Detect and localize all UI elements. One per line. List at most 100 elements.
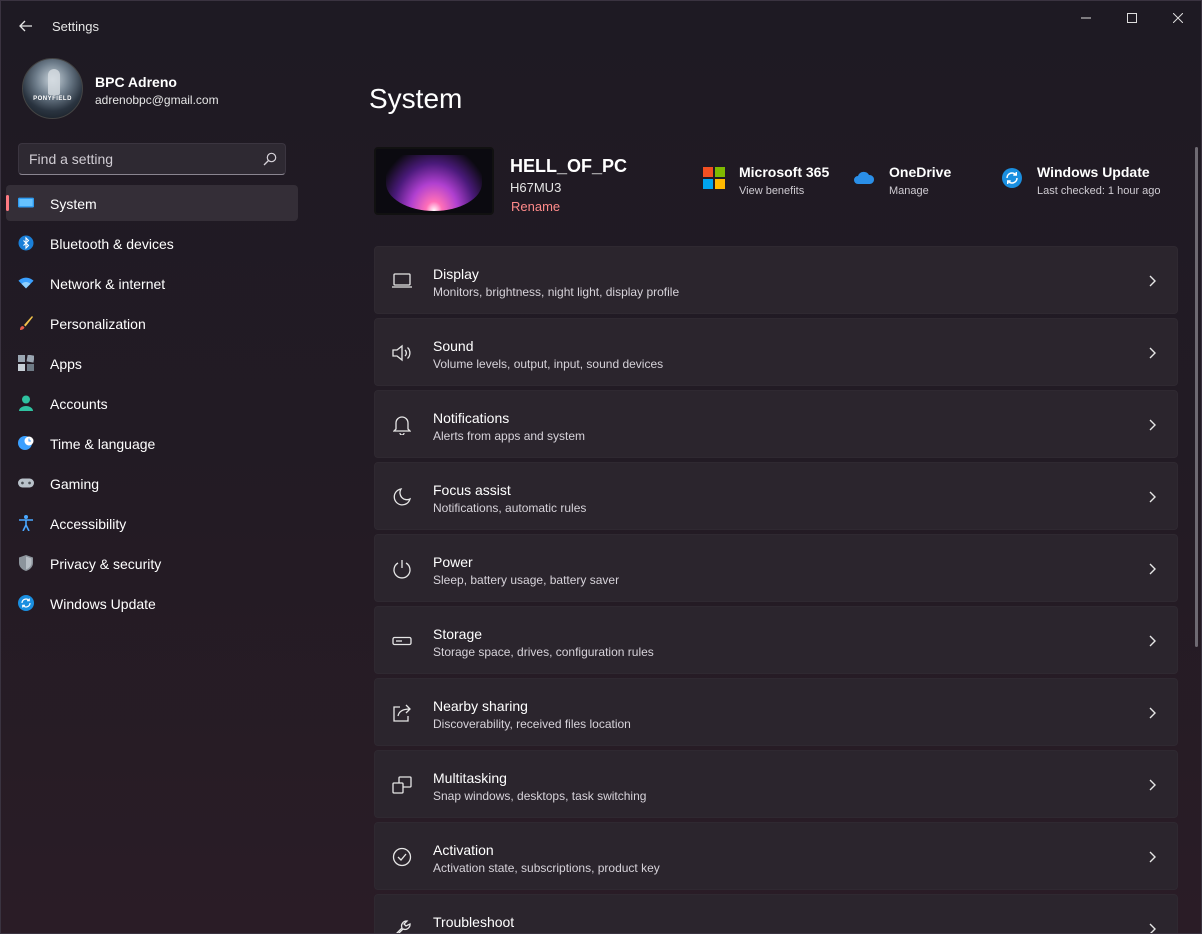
- maximize-icon: [1127, 13, 1137, 23]
- chevron-right-icon: [1149, 851, 1156, 863]
- bluetooth-icon: [18, 235, 34, 251]
- setting-card-title: Focus assist: [433, 482, 511, 498]
- setting-card-nearby-sharing[interactable]: Nearby sharing Discoverability, received…: [374, 678, 1178, 746]
- sidebar-item-label: Bluetooth & devices: [50, 236, 174, 252]
- device-name: HELL_OF_PC: [510, 156, 628, 176]
- sidebar-item-apps[interactable]: Apps: [6, 345, 298, 381]
- brush-icon: [18, 315, 34, 331]
- setting-card-subtitle: Storage space, drives, configuration rul…: [433, 645, 654, 659]
- sidebar-item-label: Privacy & security: [50, 556, 162, 572]
- setting-card-title: Troubleshoot: [433, 914, 515, 930]
- sidebar-item-privacy[interactable]: Privacy & security: [6, 545, 298, 581]
- sidebar-item-network[interactable]: Network & internet: [6, 265, 298, 301]
- setting-card-power[interactable]: Power Sleep, battery usage, battery save…: [374, 534, 1178, 602]
- setting-card-title: Nearby sharing: [433, 698, 528, 714]
- setting-card-storage[interactable]: Storage Storage space, drives, configura…: [374, 606, 1178, 674]
- setting-card-troubleshoot[interactable]: Troubleshoot: [374, 894, 1178, 933]
- setting-card-subtitle: Snap windows, desktops, task switching: [433, 789, 647, 803]
- update-icon: [18, 595, 34, 611]
- setting-card-activation[interactable]: Activation Activation state, subscriptio…: [374, 822, 1178, 890]
- wallpaper-glow: [386, 155, 482, 211]
- close-icon: [1173, 13, 1183, 23]
- display-icon: [392, 271, 412, 291]
- sidebar-item-label: Time & language: [50, 436, 156, 452]
- avatar[interactable]: PONYFIELD: [22, 58, 83, 119]
- power-icon: [392, 559, 412, 579]
- setting-card-subtitle: Monitors, brightness, night light, displ…: [433, 285, 680, 299]
- search-box: [18, 143, 286, 175]
- setting-card-title: Activation: [433, 842, 494, 858]
- avatar-figure: [48, 69, 60, 95]
- sidebar-item-windows-update[interactable]: Windows Update: [6, 585, 298, 621]
- sidebar-item-time-language[interactable]: Time & language: [6, 425, 298, 461]
- sidebar-item-label: System: [50, 196, 97, 212]
- scrollbar[interactable]: [1195, 147, 1198, 647]
- user-email: adrenobpc@gmail.com: [95, 93, 219, 107]
- person-icon: [18, 395, 34, 411]
- setting-card-subtitle: Activation state, subscriptions, product…: [433, 861, 660, 875]
- settings-list: Display Monitors, brightness, night ligh…: [374, 246, 1178, 933]
- setting-card-subtitle: Volume levels, output, input, sound devi…: [433, 357, 664, 371]
- quick-link-title: OneDrive: [889, 164, 952, 180]
- accessibility-icon: [18, 515, 34, 531]
- setting-card-title: Storage: [433, 626, 483, 642]
- setting-card-title: Display: [433, 266, 479, 282]
- close-button[interactable]: [1155, 1, 1201, 35]
- sidebar-item-system[interactable]: System: [6, 185, 298, 221]
- sidebar-item-accessibility[interactable]: Accessibility: [6, 505, 298, 541]
- setting-card-subtitle: Sleep, battery usage, battery saver: [433, 573, 620, 587]
- rename-link[interactable]: Rename: [511, 199, 560, 214]
- quick-link-title: Microsoft 365: [739, 164, 830, 180]
- share-icon: [392, 703, 412, 723]
- back-arrow-icon: [19, 20, 32, 32]
- chevron-right-icon: [1149, 275, 1156, 287]
- moon-icon: [392, 487, 412, 507]
- minimize-icon: [1081, 17, 1091, 19]
- device-model: H67MU3: [510, 180, 562, 195]
- chevron-right-icon: [1149, 419, 1156, 431]
- check-circle-icon: [392, 847, 412, 867]
- setting-card-title: Notifications: [433, 410, 510, 426]
- avatar-text: PONYFIELD: [33, 96, 72, 102]
- page-title: System: [369, 83, 463, 114]
- sidebar-item-bluetooth[interactable]: Bluetooth & devices: [6, 225, 298, 261]
- quick-link-subtitle: Last checked: 1 hour ago: [1037, 185, 1161, 197]
- setting-card-focus-assist[interactable]: Focus assist Notifications, automatic ru…: [374, 462, 1178, 530]
- setting-card-subtitle: Discoverability, received files location: [433, 717, 631, 731]
- storage-icon: [392, 631, 412, 651]
- maximize-button[interactable]: [1109, 1, 1155, 35]
- microsoft-logo-icon: [703, 167, 725, 189]
- sidebar-item-label: Network & internet: [50, 276, 166, 292]
- sidebar-item-label: Gaming: [50, 476, 100, 492]
- setting-card-subtitle: Notifications, automatic rules: [433, 501, 587, 515]
- sidebar-item-accounts[interactable]: Accounts: [6, 385, 298, 421]
- setting-card-multitasking[interactable]: Multitasking Snap windows, desktops, tas…: [374, 750, 1178, 818]
- sidebar-item-label: Apps: [50, 356, 82, 372]
- quick-link-subtitle: Manage: [889, 185, 929, 197]
- sidebar-item-personalization[interactable]: Personalization: [6, 305, 298, 341]
- minimize-button[interactable]: [1063, 1, 1109, 35]
- wifi-icon: [18, 275, 34, 291]
- chevron-right-icon: [1149, 923, 1156, 933]
- setting-card-title: Multitasking: [433, 770, 507, 786]
- setting-card-title: Power: [433, 554, 473, 570]
- chevron-right-icon: [1149, 635, 1156, 647]
- speaker-icon: [392, 343, 412, 363]
- shield-icon: [18, 555, 34, 571]
- quick-link-subtitle: View benefits: [739, 185, 805, 197]
- user-name: BPC Adreno: [95, 74, 177, 90]
- back-button[interactable]: [13, 13, 39, 39]
- search-input[interactable]: [29, 144, 259, 174]
- search-icon[interactable]: [263, 152, 277, 166]
- setting-card-title: Sound: [433, 338, 474, 354]
- sidebar-item-gaming[interactable]: Gaming: [6, 465, 298, 501]
- sidebar-nav: System Bluetooth & devices Network & int…: [6, 185, 298, 625]
- setting-card-notifications[interactable]: Notifications Alerts from apps and syste…: [374, 390, 1178, 458]
- quick-link-title: Windows Update: [1037, 164, 1150, 180]
- setting-card-sound[interactable]: Sound Volume levels, output, input, soun…: [374, 318, 1178, 386]
- sidebar-item-label: Accessibility: [50, 516, 127, 532]
- chevron-right-icon: [1149, 347, 1156, 359]
- chevron-right-icon: [1149, 707, 1156, 719]
- globe-clock-icon: [18, 435, 34, 451]
- setting-card-display[interactable]: Display Monitors, brightness, night ligh…: [374, 246, 1178, 314]
